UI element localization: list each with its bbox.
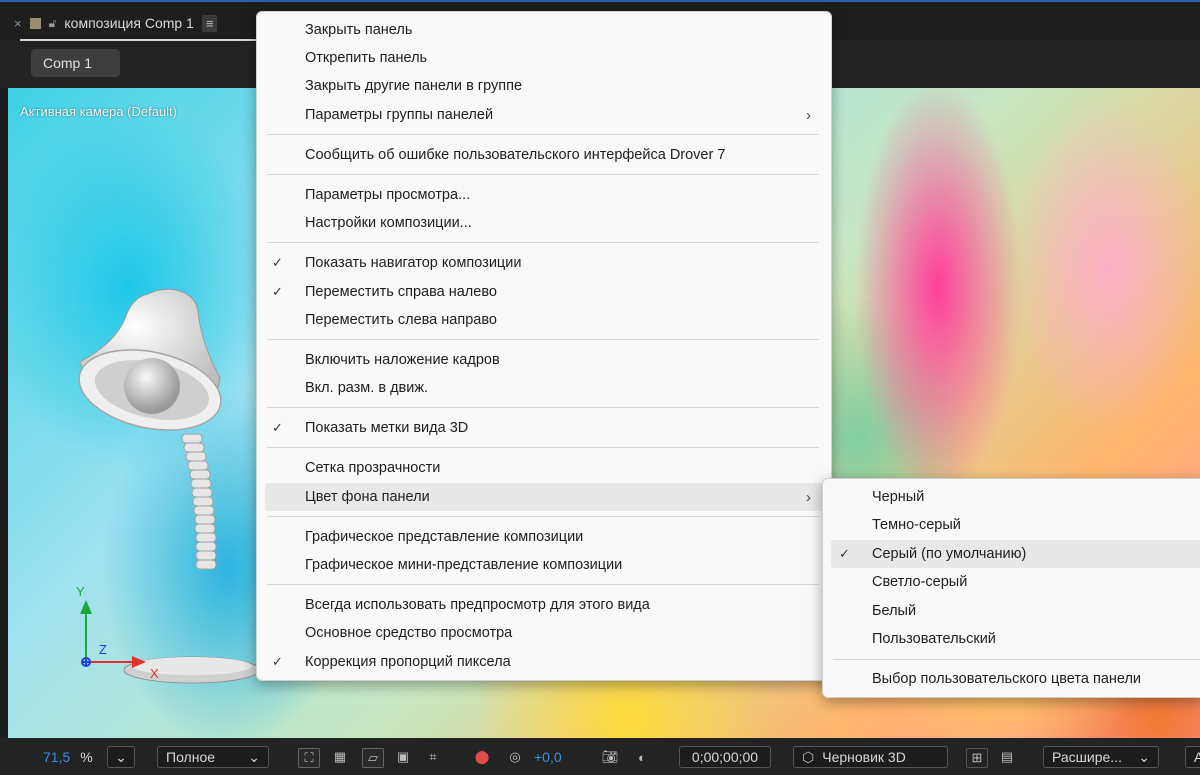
menu-divider	[267, 242, 819, 243]
close-tab-icon[interactable]: ×	[14, 16, 22, 31]
menu-item-panel-group-settings[interactable]: Параметры группы панелей ›	[257, 101, 831, 129]
menu-item-pixel-aspect-correction[interactable]: ✓ Коррекция пропорций пиксела	[257, 648, 831, 676]
menu-divider	[267, 174, 819, 175]
menu-item-show-comp-navigator[interactable]: ✓ Показать навигатор композиции	[257, 249, 831, 277]
menu-item-enable-motion-blur[interactable]: Вкл. разм. в движ.	[257, 374, 831, 402]
chevron-down-icon: ⌄	[1138, 748, 1150, 765]
3d-ground-plane-icon[interactable]: ⊞	[966, 748, 988, 768]
fast-preview-icon[interactable]: ⛶	[298, 748, 320, 768]
checkmark-icon: ✓	[839, 546, 850, 561]
composition-color-swatch-icon	[29, 17, 41, 29]
submenu-item-light-gray[interactable]: Светло-серый	[823, 568, 1200, 596]
tab-title: композиция Comp 1	[64, 15, 194, 31]
menu-item-panel-background-color[interactable]: Цвет фона панели ›	[265, 483, 823, 511]
submenu-item-choose-custom-color[interactable]: Выбор пользовательского цвета панели	[823, 665, 1200, 693]
chevron-right-icon: ›	[806, 106, 811, 124]
comp-navigator-chip[interactable]: Comp 1	[31, 49, 120, 77]
timecode-field[interactable]: 0;00;00;00	[679, 746, 771, 768]
mask-path-icon[interactable]: ▱	[362, 748, 384, 768]
submenu-item-white[interactable]: Белый	[823, 597, 1200, 625]
menu-divider	[267, 407, 819, 408]
menu-item-transparency-grid[interactable]: Сетка прозрачности	[257, 454, 831, 482]
guides-grid-icon[interactable]: ⌗	[423, 748, 443, 766]
submenu-item-gray-default[interactable]: ✓ Серый (по умолчанию)	[831, 540, 1200, 568]
menu-item-always-preview-this-view[interactable]: Всегда использовать предпросмотр для это…	[257, 591, 831, 619]
lock-icon[interactable]: 🔓︎	[49, 16, 57, 31]
submenu-item-custom[interactable]: Пользовательский	[823, 625, 1200, 653]
menu-item-view-options[interactable]: Параметры просмотра...	[257, 181, 831, 209]
color-management-icon[interactable]: ◎	[505, 748, 525, 766]
menu-divider	[267, 134, 819, 135]
active-camera-label: Активная камера (Default)	[20, 104, 177, 119]
menu-divider	[267, 516, 819, 517]
transparency-grid-icon[interactable]: ▦	[330, 748, 350, 766]
region-of-interest-icon[interactable]: ▣	[393, 748, 413, 766]
3d-cube-icon: ⬡	[802, 748, 815, 765]
show-snapshot-icon[interactable]: ◐	[632, 748, 652, 766]
menu-item-report-ui-bug[interactable]: Сообщить об ошибке пользовательского инт…	[257, 141, 831, 169]
panel-context-menu: Закрыть панель Открепить панель Закрыть …	[256, 11, 832, 681]
snapshot-camera-icon[interactable]: 📷︎	[600, 748, 620, 766]
checkmark-icon: ✓	[272, 255, 283, 270]
axis-x-label: X	[150, 666, 159, 681]
resolution-value: Полное	[166, 749, 216, 765]
3d-view-layout-icon[interactable]: ▤	[997, 748, 1017, 766]
active-tab-indicator	[20, 39, 260, 41]
menu-item-flow-left-to-right[interactable]: Переместить слева направо	[257, 306, 831, 334]
checkmark-icon: ✓	[272, 654, 283, 669]
menu-item-composition-mini-flowchart[interactable]: Графическое мини-представление композици…	[257, 551, 831, 579]
zoom-dropdown-button[interactable]: ⌄	[107, 746, 135, 768]
menu-item-close-panel[interactable]: Закрыть панель	[257, 16, 831, 44]
checkmark-icon: ✓	[272, 420, 283, 435]
menu-item-composition-flowchart[interactable]: Графическое представление композиции	[257, 523, 831, 551]
3d-axis-gizmo: Y Z X	[76, 584, 166, 683]
resolution-dropdown[interactable]: Полное ⌄	[157, 746, 269, 768]
menu-item-primary-viewer[interactable]: Основное средство просмотра	[257, 619, 831, 647]
tab-composition[interactable]: × 🔓︎ композиция Comp 1 ≡	[14, 8, 218, 38]
menu-item-close-other-panels[interactable]: Закрыть другие панели в группе	[257, 72, 831, 100]
desk-lamp-image	[78, 288, 222, 570]
zoom-value: 71,5	[43, 749, 71, 765]
menu-item-enable-frame-blending[interactable]: Включить наложение кадров	[257, 346, 831, 374]
axis-y-label: Y	[76, 584, 85, 599]
axis-z-label: Z	[99, 642, 107, 657]
viewer-toolbar: 71,5 % ⌄ Полное ⌄ ⛶ ▦ ▱ ▣ ⌗ ⬤ ◎ +0,0 📷︎ …	[0, 738, 1200, 775]
zoom-readout[interactable]: 71,5 %	[43, 746, 93, 768]
active-camera-dropdown[interactable]: А	[1185, 746, 1200, 768]
renderer-button[interactable]: ⬡ Черновик 3D	[793, 746, 948, 768]
zoom-unit: %	[80, 749, 93, 765]
chevron-down-icon: ⌄	[115, 748, 127, 765]
menu-divider	[833, 659, 1200, 660]
menu-divider	[267, 447, 819, 448]
submenu-item-black[interactable]: Черный	[823, 483, 1200, 511]
panel-menu-icon[interactable]: ≡	[201, 14, 218, 32]
chevron-right-icon: ›	[806, 488, 811, 506]
menu-divider	[267, 339, 819, 340]
channels-rgb-icon[interactable]: ⬤	[472, 748, 492, 766]
chevron-down-icon: ⌄	[248, 748, 260, 765]
panel-background-color-submenu: Черный Темно-серый ✓ Серый (по умолчанию)…	[822, 478, 1200, 698]
menu-item-composition-settings[interactable]: Настройки композиции...	[257, 209, 831, 237]
menu-item-flow-right-to-left[interactable]: ✓ Переместить справа налево	[257, 278, 831, 306]
menu-item-undock-panel[interactable]: Открепить панель	[257, 44, 831, 72]
menu-item-show-3d-view-labels[interactable]: ✓ Показать метки вида 3D	[257, 414, 831, 442]
view-mode-dropdown[interactable]: Расшире... ⌄	[1043, 746, 1159, 768]
submenu-item-dark-gray[interactable]: Темно-серый	[823, 511, 1200, 539]
menu-divider	[267, 584, 819, 585]
checkmark-icon: ✓	[272, 284, 283, 299]
exposure-readout[interactable]: +0,0	[534, 746, 562, 768]
